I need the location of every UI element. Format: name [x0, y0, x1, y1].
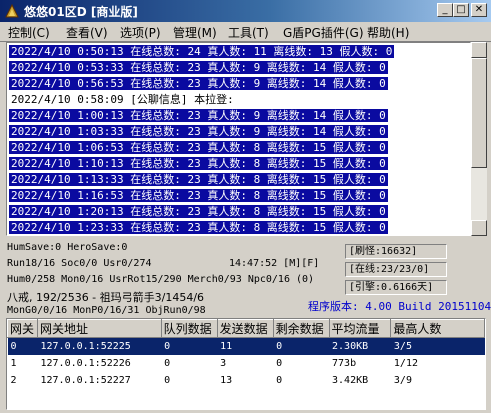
status-run: Run18/16 Soc0/0 Usr0/274	[7, 258, 152, 269]
gateway-grid[interactable]: 网关 网关地址 队列数据 发送数据 剩余数据 平均流量 最高人数 0 127.0.…	[6, 318, 486, 410]
table-cell: 127.0.0.1:52225	[37, 337, 162, 355]
menu-options[interactable]: 选项(P)	[120, 24, 161, 41]
table-cell: 3/9	[393, 375, 412, 386]
log-line[interactable]: 2022/4/10 0:56:53 在线总数: 23 真人数: 9 离线数: 1…	[9, 77, 388, 90]
log-line[interactable]: 2022/4/10 1:00:13 在线总数: 23 真人数: 9 离线数: 1…	[9, 109, 388, 122]
title-bar[interactable]: 悠悠01区D [商业版] _ □ ✕	[0, 0, 491, 22]
table-cell: 0	[276, 358, 283, 369]
menu-view[interactable]: 查看(V)	[66, 24, 108, 41]
status-clock: 14:47:52 [M][F]	[229, 258, 320, 269]
table-cell: 0	[161, 337, 218, 355]
refresh-monster-box: [刷怪:16632]	[345, 244, 447, 259]
table-row[interactable]: 0 127.0.0.1:52225 0 11 0 2.30KB 3/5	[7, 337, 485, 355]
table-cell: 3.42KB	[332, 375, 369, 386]
menu-gshield[interactable]: G盾PG插件(G)	[283, 24, 364, 41]
log-scrollbar[interactable]	[471, 42, 487, 236]
table-cell: 3	[220, 358, 227, 369]
table-row[interactable]: 2 127.0.0.1:52227 0 13 0 3.42KB 3/9	[8, 372, 485, 389]
table-cell: 3/5	[390, 337, 485, 355]
table-cell: 2	[10, 375, 17, 386]
table-row[interactable]: 1 127.0.0.1:52226 0 3 0 773b 1/12	[8, 355, 485, 372]
online-count-box: [在线:23/23/0]	[345, 262, 447, 277]
log-line[interactable]: 2022/4/10 1:06:53 在线总数: 23 真人数: 8 离线数: 1…	[9, 141, 388, 154]
maximize-button[interactable]: □	[453, 3, 469, 17]
log-line[interactable]: 2022/4/10 0:53:33 在线总数: 23 真人数: 9 离线数: 1…	[9, 61, 388, 74]
close-button[interactable]: ✕	[471, 3, 487, 17]
engine-uptime-box: [引擎:0.6166天]	[345, 280, 447, 295]
log-line[interactable]: 2022/4/10 1:23:33 在线总数: 23 真人数: 8 离线数: 1…	[9, 221, 388, 234]
col-header-max-users[interactable]: 最高人数	[390, 319, 485, 338]
gateway-table: 网关 网关地址 队列数据 发送数据 剩余数据 平均流量 最高人数 0 127.0.…	[7, 319, 485, 389]
minimize-button[interactable]: _	[437, 3, 453, 17]
col-header-sent[interactable]: 发送数据	[216, 319, 274, 338]
table-cell: 0	[164, 375, 171, 386]
table-cell: 127.0.0.1:52227	[40, 375, 131, 386]
log-line[interactable]: 2022/4/10 1:20:13 在线总数: 23 真人数: 8 离线数: 1…	[9, 205, 388, 218]
table-cell: 127.0.0.1:52226	[40, 358, 131, 369]
col-header-avg-flow[interactable]: 平均流量	[328, 319, 392, 338]
col-header-gateway[interactable]: 网关	[7, 319, 38, 338]
table-cell: 0	[7, 337, 38, 355]
log-panel[interactable]: 2022/4/10 0:50:13 在线总数: 24 真人数: 11 离线数: …	[6, 42, 471, 236]
table-cell: 0	[276, 375, 283, 386]
table-cell: 13	[220, 375, 233, 386]
table-cell: 0	[273, 337, 330, 355]
log-line[interactable]: 2022/4/10 0:58:09 [公聊信息] 本拉登:	[9, 93, 236, 106]
table-cell: 2.30KB	[329, 337, 391, 355]
scroll-thumb[interactable]	[471, 58, 487, 168]
log-line[interactable]: 2022/4/10 0:50:13 在线总数: 24 真人数: 11 离线数: …	[9, 45, 395, 58]
table-cell: 0	[164, 358, 171, 369]
log-line[interactable]: 2022/4/10 1:13:33 在线总数: 23 真人数: 8 离线数: 1…	[9, 173, 388, 186]
col-header-queue[interactable]: 队列数据	[160, 319, 218, 338]
menu-help[interactable]: 帮助(H)	[367, 24, 409, 41]
status-save: HumSave:0 HeroSave:0	[7, 242, 128, 253]
log-line[interactable]: 2022/4/10 1:10:13 在线总数: 23 真人数: 8 离线数: 1…	[9, 157, 388, 170]
scroll-down-button[interactable]	[471, 220, 487, 236]
menu-tools[interactable]: 工具(T)	[228, 24, 269, 41]
col-header-address[interactable]: 网关地址	[36, 319, 162, 338]
app-icon	[5, 3, 19, 18]
col-header-remain[interactable]: 剩余数据	[272, 319, 330, 338]
menu-bar: 控制(C) 查看(V) 选项(P) 管理(M) 工具(T) G盾PG插件(G) …	[0, 22, 491, 42]
table-header-row: 网关 网关地址 队列数据 发送数据 剩余数据 平均流量 最高人数	[7, 319, 485, 338]
status-hum: Hum0/258 Mon0/16 UsrRot15/290 Merch0/93 …	[7, 274, 315, 285]
scroll-up-button[interactable]	[471, 42, 487, 58]
program-version: 程序版本: 4.00 Build 20151104	[308, 300, 491, 313]
status-monster: 八戒, 192/2536 - 祖玛弓箭手3/1454/6	[7, 291, 205, 304]
table-cell: 773b	[332, 358, 357, 369]
log-line[interactable]: 2022/4/10 1:16:53 在线总数: 23 真人数: 8 离线数: 1…	[9, 189, 388, 202]
menu-manage[interactable]: 管理(M)	[173, 24, 217, 41]
status-mon: MonG0/0/16 MonP0/16/31 ObjRun0/98	[7, 305, 206, 316]
table-cell: 1	[10, 358, 17, 369]
menu-control[interactable]: 控制(C)	[8, 24, 50, 41]
table-cell: 11	[217, 337, 274, 355]
log-line[interactable]: 2022/4/10 1:03:33 在线总数: 23 真人数: 9 离线数: 1…	[9, 125, 388, 138]
table-cell: 1/12	[393, 358, 418, 369]
window-title: 悠悠01区D [商业版]	[24, 5, 138, 19]
